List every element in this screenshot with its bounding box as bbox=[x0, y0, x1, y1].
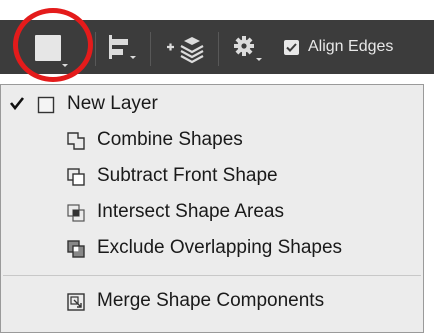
menu-divider bbox=[3, 275, 421, 276]
menu-item-merge-shape-components[interactable]: Merge Shape Components bbox=[1, 284, 423, 318]
menu-item-exclude-overlapping-shapes[interactable]: Exclude Overlapping Shapes bbox=[1, 231, 423, 265]
combine-shapes-icon bbox=[67, 132, 85, 150]
dropdown-caret-icon bbox=[256, 58, 262, 61]
checkmark-icon bbox=[9, 97, 25, 111]
path-operations-menu: New Layer Combine Shapes Subtract Front … bbox=[0, 84, 424, 333]
gear-icon bbox=[234, 36, 254, 56]
menu-item-label: Exclude Overlapping Shapes bbox=[97, 237, 343, 258]
menu-item-label: Combine Shapes bbox=[97, 129, 243, 150]
square-shape-icon bbox=[35, 35, 61, 61]
menu-item-combine-shapes[interactable]: Combine Shapes bbox=[1, 123, 423, 157]
checkmark-icon bbox=[286, 42, 297, 52]
menu-item-subtract-front-shape[interactable]: Subtract Front Shape bbox=[1, 159, 423, 193]
path-arrangement-button[interactable] bbox=[164, 30, 208, 66]
align-edges-label: Align Edges bbox=[308, 38, 394, 55]
toolbar-separator bbox=[95, 32, 96, 66]
path-operations-button[interactable] bbox=[18, 24, 78, 72]
dropdown-caret-icon bbox=[130, 56, 136, 59]
settings-button[interactable] bbox=[232, 30, 272, 66]
menu-item-intersect-shape-areas[interactable]: Intersect Shape Areas bbox=[1, 195, 423, 229]
merge-shape-components-icon bbox=[67, 293, 85, 311]
menu-item-label: Subtract Front Shape bbox=[97, 165, 278, 186]
arrange-layers-icon bbox=[167, 37, 204, 64]
intersect-shape-areas-icon bbox=[67, 204, 85, 222]
menu-item-new-layer[interactable]: New Layer bbox=[1, 87, 423, 121]
align-edges-checkbox[interactable] bbox=[284, 39, 299, 55]
path-alignment-button[interactable] bbox=[106, 30, 136, 66]
menu-item-label: New Layer bbox=[67, 93, 158, 114]
toolbar-separator bbox=[218, 32, 219, 66]
options-bar: Align Edges bbox=[0, 0, 434, 88]
align-left-icon bbox=[109, 35, 128, 59]
dropdown-caret-icon bbox=[62, 64, 68, 67]
new-layer-icon bbox=[37, 96, 55, 114]
align-edges-toggle[interactable]: Align Edges bbox=[284, 32, 393, 62]
toolbar-separator bbox=[150, 32, 151, 66]
subtract-front-shape-icon bbox=[67, 168, 85, 186]
exclude-overlapping-shapes-icon bbox=[67, 240, 85, 258]
menu-item-label: Merge Shape Components bbox=[97, 290, 325, 311]
menu-item-label: Intersect Shape Areas bbox=[97, 201, 284, 222]
